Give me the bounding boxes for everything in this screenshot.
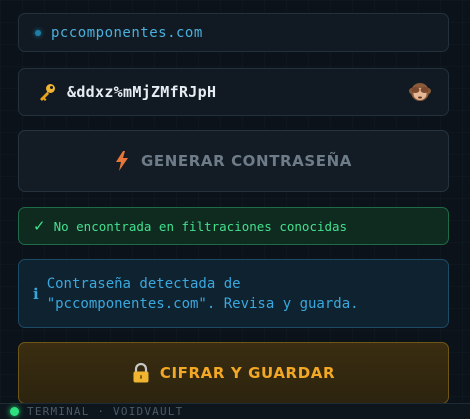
info-notice-text: Contraseña detectada de "pccomponentes.c… [46, 275, 359, 312]
terminal-label: TERMINAL · VOIDVAULT [27, 405, 184, 418]
lock-icon [133, 363, 149, 383]
terminal-status-dot [10, 407, 19, 416]
check-icon: ✓ [33, 217, 46, 235]
site-value: pccomponentes.com [51, 24, 203, 41]
leak-status-banner: ✓ No encontrada en filtraciones conocida… [18, 207, 449, 245]
info-notice: ℹ Contraseña detectada de "pccomponentes… [18, 259, 449, 328]
info-icon: ℹ [33, 284, 39, 303]
site-status-dot [35, 29, 41, 36]
encrypt-and-save-label: CIFRAR Y GUARDAR [159, 364, 336, 382]
terminal-bar[interactable]: TERMINAL · VOIDVAULT [0, 403, 470, 419]
key-icon [40, 84, 55, 101]
encrypt-and-save-button[interactable]: CIFRAR Y GUARDAR [18, 342, 449, 404]
password-value: &ddxz%mMjZMfRJpH [67, 83, 217, 101]
password-field[interactable]: &ddxz%mMjZMfRJpH [18, 68, 449, 116]
generate-password-button[interactable]: GENERAR CONTRASEÑA [18, 130, 449, 192]
see-no-evil-monkey-icon[interactable] [408, 80, 432, 104]
lightning-bolt-icon [115, 151, 128, 171]
generate-password-label: GENERAR CONTRASEÑA [140, 152, 352, 170]
leak-status-text: No encontrada en filtraciones conocidas [53, 218, 348, 234]
site-field[interactable]: pccomponentes.com [18, 13, 449, 52]
